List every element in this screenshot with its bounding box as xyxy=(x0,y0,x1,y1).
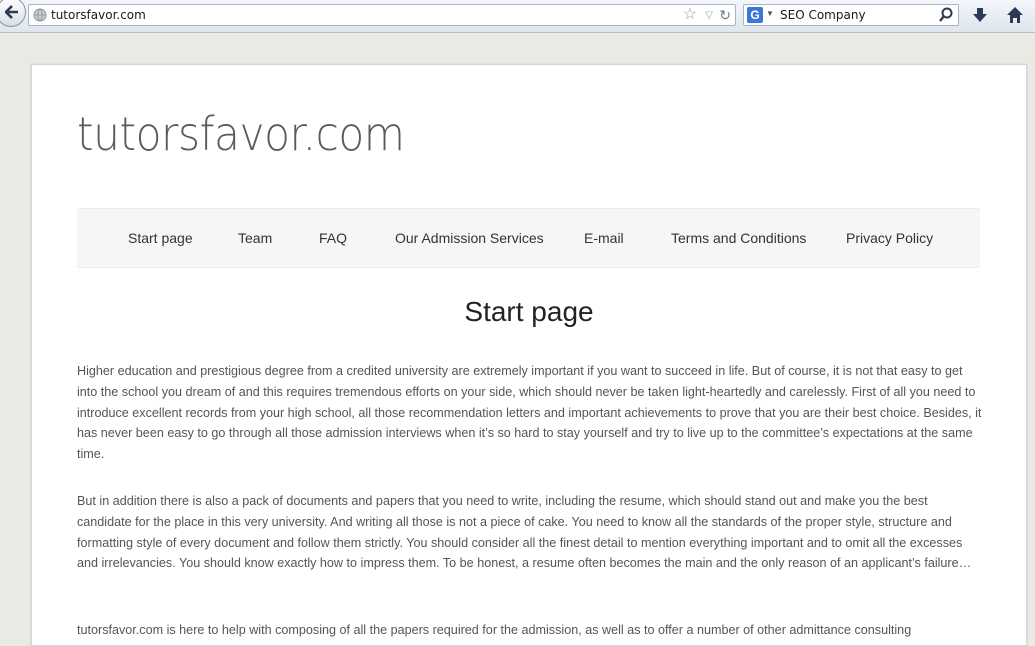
site-title[interactable]: tutorsfavor.com xyxy=(77,107,405,161)
globe-icon xyxy=(33,8,47,22)
nav-item-terms[interactable]: Terms and Conditions xyxy=(671,230,806,246)
search-input[interactable]: SEO Company xyxy=(780,8,866,22)
browser-toolbar: tutorsfavor.com ☆ ▽ ↻ G ▼ SEO Company xyxy=(0,0,1035,33)
back-arrow-icon xyxy=(5,5,18,19)
reload-icon[interactable]: ↻ xyxy=(719,6,731,24)
page-heading: Start page xyxy=(464,296,594,327)
address-bar[interactable]: tutorsfavor.com ☆ ▽ ↻ xyxy=(28,4,736,26)
home-icon[interactable] xyxy=(1006,6,1024,24)
page-container: tutorsfavor.com Start page Team FAQ Our … xyxy=(31,64,1027,646)
content-paragraph: But in addition there is also a pack of … xyxy=(77,494,972,571)
nav-item-team[interactable]: Team xyxy=(238,230,272,246)
search-icon[interactable] xyxy=(938,7,954,23)
search-engine-icon[interactable]: G xyxy=(747,7,763,23)
bookmark-star-icon[interactable]: ☆ xyxy=(683,6,697,24)
url-text: tutorsfavor.com xyxy=(51,8,146,22)
back-button[interactable] xyxy=(0,0,26,27)
content-paragraph: Higher education and prestigious degree … xyxy=(77,364,982,462)
history-dropdown-icon[interactable]: ▽ xyxy=(705,7,713,25)
nav-item-admission-services[interactable]: Our Admission Services xyxy=(395,230,544,246)
nav-item-start-page[interactable]: Start page xyxy=(128,230,193,246)
nav-item-faq[interactable]: FAQ xyxy=(319,230,347,246)
engine-dropdown-icon[interactable]: ▼ xyxy=(766,9,774,18)
main-navigation: Start page Team FAQ Our Admission Servic… xyxy=(77,208,980,268)
nav-item-privacy[interactable]: Privacy Policy xyxy=(846,230,933,246)
content-paragraph: tutorsfavor.com is here to help with com… xyxy=(77,623,912,637)
nav-item-email[interactable]: E-mail xyxy=(584,230,624,246)
search-bar[interactable]: G ▼ SEO Company xyxy=(743,4,959,26)
download-icon[interactable] xyxy=(972,7,988,23)
